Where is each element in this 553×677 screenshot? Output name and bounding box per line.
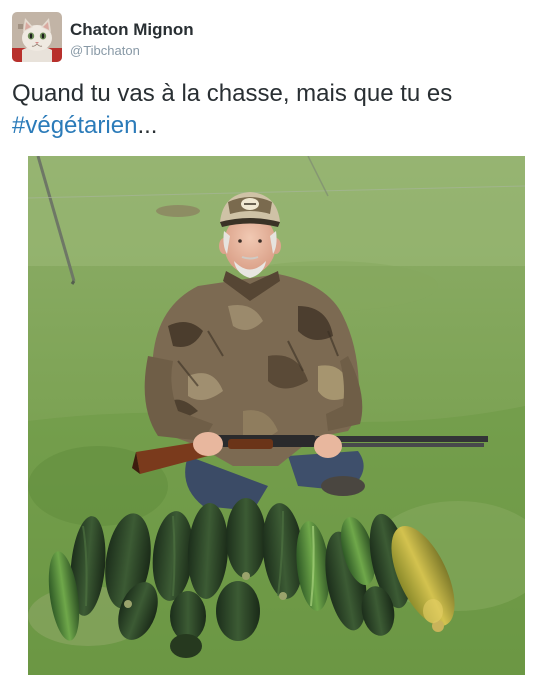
hashtag-link[interactable]: #végétarien — [12, 112, 137, 139]
cat-avatar-icon — [12, 12, 62, 62]
tweet-text-main: Quand tu vas à la chasse, mais que tu es — [12, 80, 453, 107]
display-name[interactable]: Chaton Mignon — [70, 20, 194, 40]
tweet-text-ellipsis: ... — [137, 112, 158, 139]
tweet-photo[interactable] — [28, 156, 525, 675]
tweet-card: Chaton Mignon @Tibchaton Quand tu vas à … — [0, 0, 553, 677]
hunter-with-zucchinis-photo-icon — [28, 156, 525, 675]
avatar[interactable] — [12, 12, 62, 62]
user-info: Chaton Mignon @Tibchaton — [70, 12, 194, 59]
tweet-header: Chaton Mignon @Tibchaton — [12, 12, 194, 64]
user-handle[interactable]: @Tibchaton — [70, 42, 194, 59]
tweet-text: Quand tu vas à la chasse, mais que tu es… — [12, 78, 542, 142]
